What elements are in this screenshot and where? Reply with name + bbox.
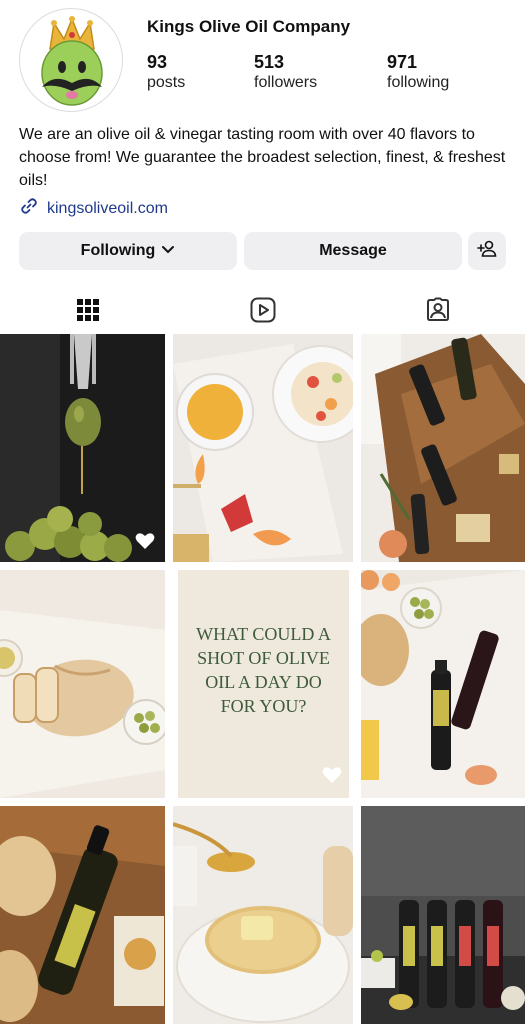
profile-tabs (0, 292, 525, 332)
post-image-3 (361, 334, 525, 562)
reels-icon (250, 292, 276, 328)
chevron-down-icon (161, 242, 175, 260)
post-tile-1[interactable] (0, 334, 165, 562)
post-image-1 (0, 334, 165, 562)
post-tile-3[interactable] (361, 334, 525, 562)
suggested-users-button[interactable] (468, 232, 506, 270)
profile-avatar[interactable] (19, 8, 123, 112)
heart-icon (322, 766, 342, 784)
profile-bio: We are an olive oil & vinegar tasting ro… (19, 126, 506, 189)
followers-stat[interactable]: 513 followers (254, 52, 317, 94)
profile-link-text[interactable]: kingsoliveoil.com (47, 200, 168, 218)
posts-count: 93 (147, 52, 168, 72)
heart-icon (135, 532, 155, 550)
followers-label: followers (254, 74, 318, 91)
link-icon (19, 196, 39, 221)
tab-reels[interactable] (175, 292, 350, 332)
following-button-label: Following (80, 242, 156, 259)
message-button-label: Message (319, 242, 387, 259)
post-tile-5[interactable]: WHAT COULD A SHOT OF OLIVE OIL A DAY DO … (178, 570, 349, 798)
following-button[interactable]: Following (19, 232, 237, 270)
add-person-icon (477, 240, 497, 263)
post-tile-4[interactable] (0, 570, 165, 798)
post-image-9 (361, 806, 525, 1024)
post-tile-8[interactable] (173, 806, 353, 1024)
post-tile-2[interactable] (173, 334, 353, 562)
following-label: following (387, 74, 450, 91)
tab-posts[interactable] (0, 292, 175, 332)
post-tile-9[interactable] (361, 806, 525, 1024)
following-count: 971 (387, 52, 418, 72)
tab-tagged[interactable] (350, 292, 525, 332)
poster-text: WHAT COULD A SHOT OF OLIVE OIL A DAY DO … (196, 624, 331, 716)
post-image-8 (173, 806, 353, 1024)
post-image-4 (0, 570, 165, 798)
post-tile-6[interactable] (361, 570, 525, 798)
tagged-icon (425, 292, 451, 328)
message-button[interactable]: Message (244, 232, 462, 270)
profile-header: Kings Olive Oil Company 93 posts 513 fol… (0, 0, 525, 120)
posts-label: posts (147, 74, 186, 91)
following-stat[interactable]: 971 following (387, 52, 449, 94)
profile-link[interactable]: kingsoliveoil.com (19, 196, 168, 221)
post-image-6 (361, 570, 525, 798)
post-grid: WHAT COULD A SHOT OF OLIVE OIL A DAY DO … (0, 334, 525, 1024)
post-image-2 (173, 334, 353, 562)
profile-name: Kings Olive Oil Company (147, 17, 351, 36)
followers-count: 513 (254, 52, 285, 72)
grid-icon (76, 292, 100, 327)
post-image-7 (0, 806, 165, 1024)
olive-mascot-logo (41, 16, 103, 106)
post-tile-7[interactable] (0, 806, 165, 1024)
posts-stat[interactable]: 93 posts (147, 52, 185, 94)
